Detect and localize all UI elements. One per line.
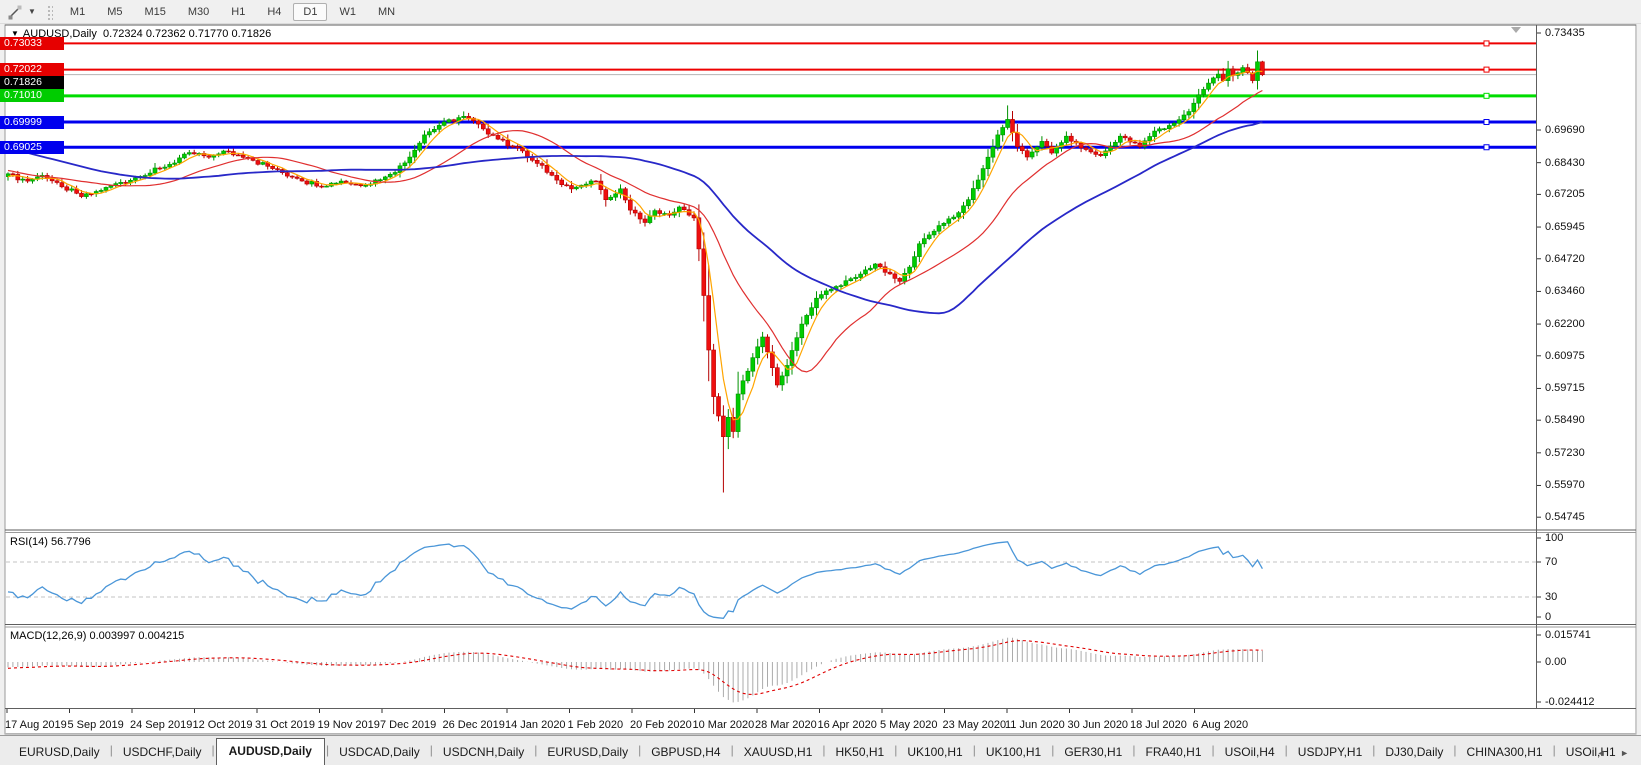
price-badge-0-71010: 0.71010 [0,89,64,102]
timeframe-button-m30[interactable]: M30 [178,3,219,21]
timeframe-button-d1[interactable]: D1 [293,3,327,21]
timeframe-button-h1[interactable]: H1 [221,3,255,21]
time-axis-label: 19 Nov 2019 [318,719,380,731]
rsi-axis-tick: 0 [1545,611,1551,623]
price-axis-tick: 0.60975 [1545,350,1585,362]
chart-tab-usdcnh-daily[interactable]: USDCNH,Daily [434,741,533,765]
timeframe-button-m15[interactable]: M15 [134,3,175,21]
tab-scroll-arrows-icon[interactable]: ◄ ► [1597,748,1635,758]
timeframe-button-m1[interactable]: M1 [60,3,95,21]
time-axis-label: 1 Feb 2020 [568,719,624,731]
terminal-window: ▼ M1M5M15M30H1H4D1W1MN ▼ AUDUSD,Daily 0.7… [0,0,1641,765]
price-axis-tick: 0.59715 [1545,382,1585,394]
macd-axis-tick: -0.024412 [1545,696,1595,708]
chart-tab-usdjpy-h1[interactable]: USDJPY,H1 [1289,741,1371,765]
chart-tab-fra40-h1[interactable]: FRA40,H1 [1136,741,1210,765]
chart-tab-usdcad-daily[interactable]: USDCAD,Daily [330,741,429,765]
macd-values: 0.003997 0.004215 [89,630,184,642]
chart-tab-china300-h1[interactable]: CHINA300,H1 [1458,741,1552,765]
rsi-pane-title: RSI(14) 56.7796 [10,536,91,548]
price-axis-tick: 0.64720 [1545,253,1585,265]
line-study-icon[interactable] [2,3,28,21]
chart-tab-uk100-h1[interactable]: UK100,H1 [977,741,1050,765]
timeframe-button-mn[interactable]: MN [368,3,405,21]
time-axis-label: 23 May 2020 [943,719,1007,731]
macd-axis-tick: 0.00 [1545,656,1566,668]
time-axis-label: 6 Aug 2020 [1193,719,1249,731]
time-axis-label: 20 Feb 2020 [630,719,692,731]
price-axis-tick: 0.58490 [1545,414,1585,426]
time-axis-label: 14 Jan 2020 [505,719,566,731]
timeframe-toolbar: ▼ M1M5M15M30H1H4D1W1MN [0,0,1641,24]
time-axis-label: 24 Sep 2019 [130,719,192,731]
timeframe-button-m5[interactable]: M5 [97,3,132,21]
time-axis-label: 28 Mar 2020 [755,719,817,731]
rsi-value: 56.7796 [51,536,91,548]
chart-ohlc-quote: 0.72324 0.72362 0.71770 0.71826 [103,28,271,40]
rsi-axis-tick: 70 [1545,556,1557,568]
chart-tab-uk100-h1[interactable]: UK100,H1 [898,741,971,765]
price-badge-0-72022: 0.72022 [0,63,64,76]
price-axis-tick: 0.65945 [1545,221,1585,233]
price-axis-tick: 0.69690 [1545,124,1585,136]
rsi-axis-tick: 30 [1545,591,1557,603]
chart-tab-usoil-h4[interactable]: USOil,H4 [1216,741,1284,765]
time-axis-label: 30 Jun 2020 [1068,719,1129,731]
time-axis-label: 31 Oct 2019 [255,719,315,731]
chart-tab-audusd-daily[interactable]: AUDUSD,Daily [216,738,325,765]
price-badge-0-69999: 0.69999 [0,116,64,129]
chart-tab-eurusd-daily[interactable]: EURUSD,Daily [10,741,109,765]
time-axis-label: 5 Sep 2019 [68,719,124,731]
price-badge-0-69025: 0.69025 [0,141,64,154]
chart-tab-eurusd-daily[interactable]: EURUSD,Daily [538,741,637,765]
time-axis-label: 16 Apr 2020 [818,719,877,731]
price-axis-tick: 0.73435 [1545,27,1585,39]
toolbar-grip-handle[interactable] [46,4,53,20]
macd-axis-tick: 0.015741 [1545,629,1591,641]
rsi-label: RSI(14) [10,536,48,548]
chart-tab-dj30-daily[interactable]: DJ30,Daily [1376,741,1452,765]
tool-dropdown-arrow-icon[interactable]: ▼ [28,7,36,16]
time-axis-label: 5 May 2020 [880,719,937,731]
timeframe-buttons: M1M5M15M30H1H4D1W1MN [59,3,406,21]
price-axis-tick: 0.62200 [1545,318,1585,330]
chart-tab-gbpusd-h4[interactable]: GBPUSD,H4 [642,741,729,765]
time-axis-label: 12 Oct 2019 [193,719,253,731]
chart-tab-ger30-h1[interactable]: GER30,H1 [1055,741,1131,765]
rsi-axis-tick: 100 [1545,532,1563,544]
chart-tab-xauusd-h1[interactable]: XAUUSD,H1 [735,741,822,765]
timeframe-button-w1[interactable]: W1 [329,3,366,21]
time-axis-label: 18 Jul 2020 [1130,719,1187,731]
price-axis-tick: 0.68430 [1545,157,1585,169]
macd-label: MACD(12,26,9) [10,630,86,642]
chart-tab-bar: EURUSD,Daily|USDCHF,Daily|AUDUSD,Daily|U… [0,735,1641,765]
time-axis-label: 11 Jun 2020 [1005,719,1065,731]
price-axis-tick: 0.54745 [1545,511,1585,523]
price-axis-tick: 0.67205 [1545,188,1585,200]
time-axis-label: 10 Mar 2020 [693,719,755,731]
price-axis-tick: 0.57230 [1545,447,1585,459]
chart-tab-usdchf-daily[interactable]: USDCHF,Daily [114,741,211,765]
chart-background[interactable] [5,25,1637,734]
time-axis-label: 7 Dec 2019 [380,719,436,731]
price-axis-tick: 0.55970 [1545,479,1585,491]
chart-tab-hk50-h1[interactable]: HK50,H1 [827,741,894,765]
price-badge-0-73033: 0.73033 [0,37,64,50]
time-axis-label: 17 Aug 2019 [5,719,67,731]
price-axis-tick: 0.63460 [1545,285,1585,297]
timeframe-button-h4[interactable]: H4 [257,3,291,21]
macd-pane-title: MACD(12,26,9) 0.003997 0.004215 [10,630,184,642]
time-axis-label: 26 Dec 2019 [443,719,505,731]
price-badge-0-71826: 0.71826 [0,76,64,89]
